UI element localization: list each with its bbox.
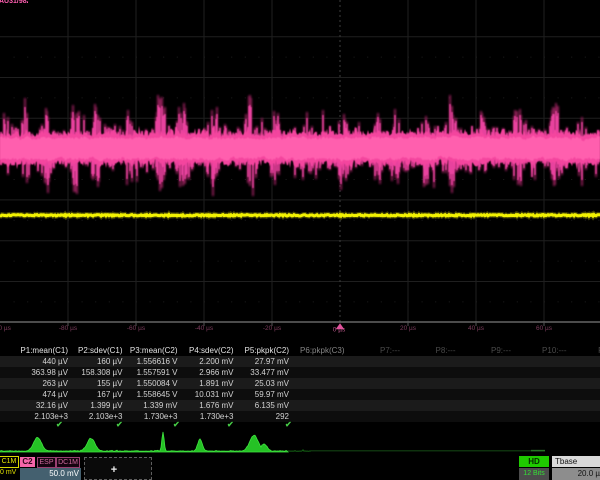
svg-text:-100 µs: -100 µs [0,325,12,332]
svg-text:40 µs: 40 µs [468,325,485,332]
svg-text:-60 µs: -60 µs [127,325,146,332]
svg-text:60 µs: 60 µs [536,325,553,332]
svg-text:-40 µs: -40 µs [195,325,214,332]
svg-text:-80 µs: -80 µs [59,325,78,332]
svg-text:20 µs: 20 µs [400,325,417,332]
svg-text:-20 µs: -20 µs [263,325,282,332]
